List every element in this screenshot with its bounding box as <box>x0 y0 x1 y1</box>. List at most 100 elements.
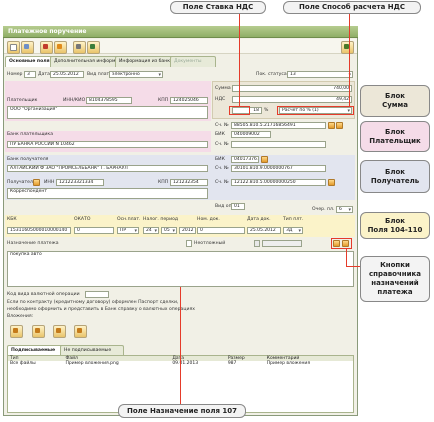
payee-bik-label: БИК <box>215 157 225 162</box>
payee-bank-field[interactable]: АЛТАЙСКИЙ Ф ЗАО "ПРОМСЕЛЬБАНК" Г. БАРНАУ… <box>7 165 208 172</box>
urgent-checkbox[interactable] <box>186 240 192 247</box>
pointer-vat-rate <box>239 14 240 107</box>
urgent-label: Неотложный <box>194 241 226 246</box>
period-header: Налог. период <box>143 217 179 222</box>
status-select[interactable]: 13 <box>287 71 353 78</box>
okato-header: ОКАТО <box>74 217 91 222</box>
payee-corr-field[interactable]: 30101.810.9.0000000767 <box>231 165 326 172</box>
callout-payee-block: Блок Получатель <box>360 160 430 193</box>
payee-bik-lookup-button[interactable] <box>261 156 268 163</box>
callout-purpose-buttons: Кнопки справочника назначений платежа <box>360 256 430 302</box>
payer-kpp-field[interactable]: 124025046 <box>170 97 208 104</box>
cell-comment: Пример вложения <box>266 361 311 366</box>
attach-edit-button[interactable] <box>32 325 45 338</box>
payee-bank-label: Банк получателя <box>7 157 49 162</box>
payer-inn-label: ИНН/КИО <box>63 98 86 103</box>
export-button[interactable] <box>87 41 100 54</box>
tab-bank-info[interactable]: Информация из банка <box>115 56 177 67</box>
payee-kpp-label: КПП <box>158 180 169 185</box>
save-button[interactable] <box>40 41 53 54</box>
payer-account-search-button[interactable] <box>336 122 343 129</box>
cell-file: Пример вложения.png <box>65 361 119 366</box>
doc-num-header: Ном. док. <box>197 217 220 222</box>
pointer-purpose-buttons-v <box>346 249 347 267</box>
callout-sum-block: Блок Сумма <box>360 85 430 117</box>
payee-account-lookup-button[interactable] <box>328 179 335 186</box>
pay-type-select[interactable]: электронно <box>109 71 163 78</box>
doc-date-header: Дата док. <box>247 217 271 222</box>
payer-bank-label: Банк плательщика <box>7 132 54 137</box>
pointer-purpose-buttons-h <box>346 266 360 267</box>
currency-op-label: Код вида валютной операции <box>7 292 80 297</box>
tab-strip: Основные поля Дополнительная информация … <box>4 56 357 67</box>
period-select-1[interactable]: 24 <box>143 227 159 234</box>
payer-label: Плательщик <box>7 98 38 103</box>
callout-vat-rate: Поле Ставка НДС <box>170 1 266 14</box>
nds-field[interactable] <box>262 240 302 247</box>
payer-corr-field[interactable] <box>231 141 326 148</box>
exit-button[interactable] <box>341 41 354 54</box>
highlight-vat-calc <box>277 106 354 115</box>
osn-select[interactable]: ПР <box>117 227 139 234</box>
print-button[interactable] <box>73 41 86 54</box>
cell-size: 987 <box>227 361 237 366</box>
currency-note-1: Если по контракту (кредитному договору) … <box>7 300 179 305</box>
queue-select[interactable]: 6 <box>336 206 353 213</box>
payer-bik-field[interactable]: 040009002 <box>231 131 271 138</box>
vat-rate-unit: % <box>264 108 269 113</box>
vat-field[interactable]: 49,42 <box>232 96 352 103</box>
payer-bik-label: БИК <box>215 132 225 137</box>
currency-op-field[interactable] <box>85 291 109 298</box>
payee-label: Получатель <box>7 180 36 185</box>
attach-delete-button[interactable] <box>74 325 87 338</box>
period-year-field[interactable]: 2012 <box>179 227 196 234</box>
payee-corr-label: Сч. № <box>215 166 229 171</box>
payee-kpp-field[interactable]: 121232354 <box>170 179 208 186</box>
period-select-2[interactable]: 05 <box>161 227 177 234</box>
kbk-field[interactable]: 15311605000010000140 <box>7 227 71 234</box>
osn-header: Осн.плат. <box>117 217 141 222</box>
queue-label: Очер. пл. <box>312 207 335 212</box>
purpose-text-field[interactable]: покупка авто <box>7 251 354 287</box>
pointer-vat-calc <box>349 14 350 107</box>
payer-corr-label: Сч. № <box>215 142 229 147</box>
number-field[interactable]: 3 <box>24 71 36 78</box>
payee-account-field[interactable]: 12122.810.5.00000000250 <box>231 179 326 186</box>
kbk-header: КБК <box>7 217 17 222</box>
payer-account-field[interactable]: 88505.810.5.21716856491 <box>231 122 326 129</box>
payer-inn-field[interactable]: 8104378595 <box>86 97 132 104</box>
sum-field[interactable]: 740,00 <box>232 85 352 92</box>
pay-type-select[interactable]: ЗД <box>283 227 303 234</box>
attach-add-button[interactable] <box>10 325 23 338</box>
callout-payer-block: Блок Плательщик <box>360 121 430 152</box>
sign-button[interactable] <box>54 41 67 54</box>
doc-num-field[interactable]: 0 <box>197 227 245 234</box>
highlight-purpose-buttons <box>331 238 352 249</box>
nds-checkbox[interactable] <box>254 240 260 247</box>
date-field[interactable]: 25.05.2012 <box>50 71 84 78</box>
payee-name-field[interactable]: Корреспондент <box>7 188 208 199</box>
new-document-button[interactable] <box>7 41 20 54</box>
payer-account-label: Сч. № <box>215 123 229 128</box>
payee-lookup-button[interactable] <box>33 179 40 186</box>
payee-bik-field[interactable]: 040173767 <box>231 156 259 163</box>
copy-button[interactable] <box>21 41 34 54</box>
payee-account-label: Сч. № <box>215 180 229 185</box>
date-label: Дата <box>38 72 50 77</box>
purpose-label: Назначение платежа <box>7 241 59 246</box>
toolbar <box>4 39 357 54</box>
payer-name-field[interactable]: ООО "Организация" <box>7 106 208 119</box>
doc-date-field[interactable]: 25.05.2012 <box>247 227 281 234</box>
attachments-label: Вложения: <box>7 314 34 319</box>
payer-account-lookup-button[interactable] <box>328 122 335 129</box>
attach-open-button[interactable] <box>53 325 66 338</box>
okato-field[interactable]: 0 <box>74 227 114 234</box>
tab-additional-info[interactable]: Дополнительная информация <box>50 56 127 67</box>
callout-vat-calc: Поле Способ расчета НДС <box>283 1 421 14</box>
tab-documents[interactable]: Документы <box>170 56 216 67</box>
payee-inn-field[interactable]: 121223321334 <box>56 179 104 186</box>
payer-bank-field[interactable]: ПУ БАНКА РОССИИ N 10462 <box>7 141 208 148</box>
cell-date: 09.01.2013 <box>172 361 199 366</box>
op-type-field[interactable]: 01 <box>231 203 245 210</box>
payee-inn-label: ИНН <box>44 180 55 185</box>
